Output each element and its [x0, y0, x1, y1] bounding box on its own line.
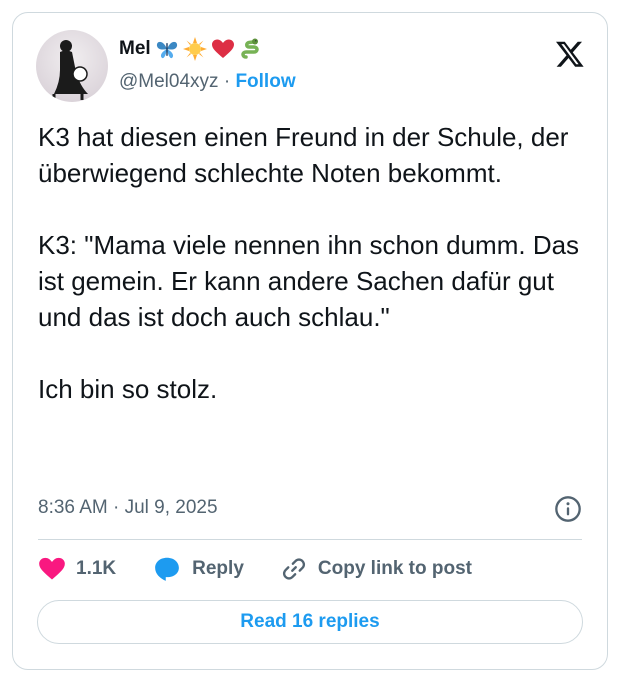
- copy-link-button[interactable]: Copy link to post: [280, 555, 472, 583]
- author-name-row[interactable]: Mel: [119, 37, 263, 61]
- avatar[interactable]: [36, 30, 108, 102]
- follow-button[interactable]: Follow: [235, 71, 295, 92]
- author-handle-row: @Mel04xyz · Follow: [119, 71, 296, 93]
- speech-bubble-icon: [155, 557, 180, 581]
- info-icon[interactable]: [554, 495, 582, 523]
- x-logo-icon[interactable]: [555, 39, 585, 69]
- butterfly-icon: [156, 41, 177, 59]
- author-name[interactable]: Mel: [119, 38, 151, 60]
- link-icon: [282, 558, 305, 580]
- like-count: 1.1K: [76, 558, 117, 579]
- red-heart-icon: [211, 39, 234, 58]
- copy-link-label: Copy link to post: [317, 558, 472, 579]
- divider: [38, 539, 582, 540]
- post-timestamp[interactable]: 8:36 AM · Jul 9, 2025: [38, 497, 218, 519]
- like-button[interactable]: 1.1K: [38, 555, 116, 583]
- separator-dot: ·: [223, 71, 231, 92]
- snake-icon: [240, 38, 259, 59]
- action-bar: 1.1K Reply Copy link to post: [38, 554, 472, 584]
- sun-icon: [182, 37, 207, 61]
- heart-icon: [39, 557, 65, 580]
- read-replies-button[interactable]: Read 16 replies: [37, 600, 583, 644]
- reply-button[interactable]: Reply: [152, 554, 244, 584]
- post-text: K3 hat diesen einen Freund in der Schule…: [38, 122, 580, 404]
- author-handle[interactable]: @Mel04xyz: [119, 71, 219, 92]
- avatar-silhouette-icon: [52, 40, 88, 100]
- reply-label: Reply: [192, 558, 244, 579]
- post-card: Mel @Mel04xyz · Follow K3 hat diesen ein…: [12, 12, 608, 670]
